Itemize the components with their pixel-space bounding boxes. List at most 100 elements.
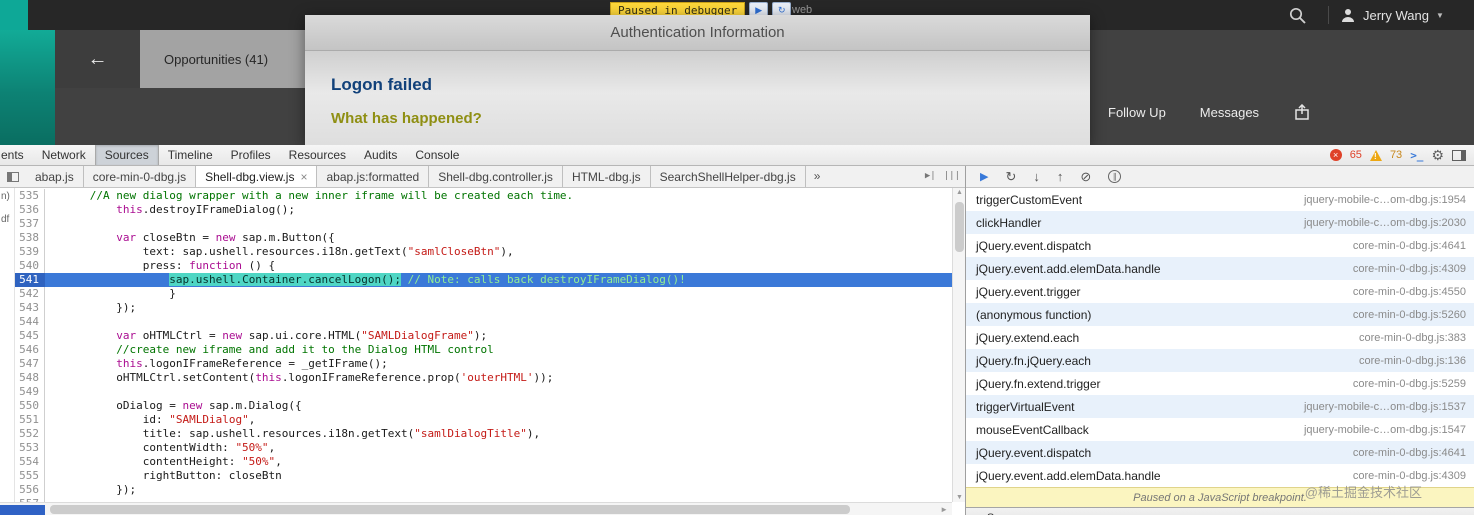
back-button[interactable]: ←	[55, 30, 140, 88]
call-stack-frame[interactable]: jQuery.fn.jQuery.each core-min-0-dbg.js:1…	[966, 349, 1474, 372]
line-number[interactable]: 538	[15, 231, 45, 245]
line-number[interactable]: 546	[15, 343, 45, 357]
line-number[interactable]: 542	[15, 287, 45, 301]
line-number[interactable]: 539	[15, 245, 45, 259]
file-tab-abap-js-formatted[interactable]: abap.js:formatted	[317, 166, 430, 187]
error-icon[interactable]: ×	[1329, 149, 1342, 161]
share-icon[interactable]	[1293, 104, 1311, 121]
call-stack-frame[interactable]: jQuery.event.add.elemData.handle core-min…	[966, 257, 1474, 280]
dock-side-icon[interactable]	[1452, 149, 1466, 161]
file-tab-core-min-0-dbg-js[interactable]: core-min-0-dbg.js	[84, 166, 197, 187]
frame-location: jquery-mobile-c…om-dbg.js:1537	[1303, 400, 1466, 413]
warning-count[interactable]: 73	[1390, 149, 1402, 161]
call-stack-frame[interactable]: jQuery.event.dispatch core-min-0-dbg.js:4…	[966, 234, 1474, 257]
error-count[interactable]: 65	[1350, 149, 1362, 161]
source-editor[interactable]: n) df 535 //A new dialog wrapper with a …	[0, 188, 965, 515]
scroll-right-arrow[interactable]: ►	[940, 505, 948, 514]
code-segment: // Note: calls back destroyIFrameDialog(…	[407, 273, 686, 286]
call-stack-frame[interactable]: clickHandler jquery-mobile-c…om-dbg.js:20…	[966, 211, 1474, 234]
messages-button[interactable]: Messages	[1200, 105, 1259, 120]
user-menu[interactable]: Jerry Wang ▼	[1340, 5, 1444, 25]
pause-on-exceptions-button[interactable]: ∥	[1108, 170, 1122, 183]
step-into-button[interactable]: ↓	[1033, 169, 1040, 184]
scope-section-header[interactable]: ▼ Scope	[966, 507, 1474, 515]
horizontal-scroll-thumb[interactable]	[50, 505, 850, 514]
tab-network[interactable]: Network	[33, 145, 95, 165]
step-out-button[interactable]: ↑	[1057, 169, 1064, 184]
tab-timeline[interactable]: Timeline	[159, 145, 222, 165]
line-number[interactable]: 551	[15, 413, 45, 427]
tab-resources[interactable]: Resources	[280, 145, 355, 165]
call-stack-frame[interactable]: (anonymous function) core-min-0-dbg.js:52…	[966, 303, 1474, 326]
line-number[interactable]: 550	[15, 399, 45, 413]
line-number[interactable]: 554	[15, 455, 45, 469]
editor-vertical-scrollbar[interactable]: ▲ ▼	[952, 188, 965, 502]
call-stack-frame[interactable]: jQuery.extend.each core-min-0-dbg.js:383	[966, 326, 1474, 349]
line-number[interactable]: 548	[15, 371, 45, 385]
line-number[interactable]: 540	[15, 259, 45, 273]
file-tab-shell-dbg-view-js[interactable]: Shell-dbg.view.js ×	[196, 166, 318, 187]
code-segment: 'outerHTML'	[460, 371, 534, 384]
call-stack-frame[interactable]: triggerVirtualEvent jquery-mobile-c…om-db…	[966, 395, 1474, 418]
step-over-button[interactable]: ↻	[1005, 169, 1016, 185]
call-stack-frame[interactable]: mouseEventCallback jquery-mobile-c…om-dbg…	[966, 418, 1474, 441]
file-tab-shell-dbg-controller-js[interactable]: Shell-dbg.controller.js	[429, 166, 563, 187]
frame-location: core-min-0-dbg.js:4641	[1352, 239, 1466, 252]
code-segment: this	[116, 357, 143, 370]
line-number[interactable]: 547	[15, 357, 45, 371]
code-segment: new	[222, 329, 243, 342]
tab-profiles[interactable]: Profiles	[222, 145, 280, 165]
call-stack-frame[interactable]: triggerCustomEvent jquery-mobile-c…om-dbg…	[966, 188, 1474, 211]
line-number[interactable]: 555	[15, 469, 45, 483]
code-segment: .logonIFrameReference.prop(	[281, 371, 461, 384]
code-segment: "SAMLDialog"	[169, 413, 249, 426]
file-tab-html-dbg-js[interactable]: HTML-dbg.js	[563, 166, 651, 187]
line-number[interactable]: 543	[15, 301, 45, 315]
code-line: title: sap.ushell.resources.i18n.getText…	[45, 427, 952, 441]
code-segment: //create new iframe and add it to the Di…	[50, 343, 494, 356]
expand-sidebar-icon[interactable]: ▶|	[925, 171, 936, 181]
tab-ents[interactable]: ents	[0, 145, 33, 165]
more-tabs-button[interactable]: »	[806, 166, 829, 187]
code-segment: id:	[50, 413, 170, 426]
code-segment: var	[116, 329, 137, 342]
console-drawer-icon[interactable]: >_	[1410, 149, 1423, 162]
code-segment: oHTMLCtrl =	[136, 329, 223, 342]
line-number[interactable]: 545	[15, 329, 45, 343]
call-stack-frame[interactable]: jQuery.event.trigger core-min-0-dbg.js:45…	[966, 280, 1474, 303]
line-number[interactable]: 549	[15, 385, 45, 399]
settings-gear-icon[interactable]: ⚙	[1431, 148, 1444, 162]
call-stack-frame[interactable]: jQuery.event.dispatch core-min-0-dbg.js:4…	[966, 441, 1474, 464]
line-number[interactable]: 553	[15, 441, 45, 455]
tab-audits[interactable]: Audits	[355, 145, 406, 165]
code-row: 543 });	[15, 301, 952, 315]
watermark: @稀土掘金技术社区	[1304, 485, 1422, 500]
scroll-down-arrow[interactable]: ▼	[953, 494, 965, 501]
warning-icon[interactable]: !	[1369, 149, 1382, 161]
vertical-scroll-thumb[interactable]	[955, 202, 964, 252]
resume-script-button[interactable]: ▶	[980, 170, 988, 183]
deactivate-breakpoints-button[interactable]: ⊘	[1080, 169, 1091, 185]
line-number[interactable]: 544	[15, 315, 45, 329]
line-number[interactable]: 541	[15, 273, 45, 287]
code-segment: ,	[268, 441, 276, 454]
panel-columns-icon[interactable]: |||	[944, 171, 960, 181]
line-number[interactable]: 556	[15, 483, 45, 497]
close-tab-icon[interactable]: ×	[300, 170, 307, 184]
file-tab-abap-js[interactable]: abap.js	[26, 166, 84, 187]
line-number[interactable]: 536	[15, 203, 45, 217]
scroll-up-arrow[interactable]: ▲	[953, 189, 965, 196]
line-number[interactable]: 537	[15, 217, 45, 231]
line-number[interactable]: 535	[15, 189, 45, 203]
editor-horizontal-scrollbar[interactable]: ►	[0, 502, 952, 515]
file-tab-searchshellhelper-dbg-js[interactable]: SearchShellHelper-dbg.js	[651, 166, 806, 187]
call-stack-frame[interactable]: jQuery.fn.extend.trigger core-min-0-dbg.j…	[966, 372, 1474, 395]
navigator-toggle-icon[interactable]	[0, 166, 26, 187]
tab-console[interactable]: Console	[406, 145, 468, 165]
line-number[interactable]: 552	[15, 427, 45, 441]
search-button[interactable]	[1288, 6, 1308, 26]
frame-location: jquery-mobile-c…om-dbg.js:1547	[1303, 423, 1466, 436]
tab-sources[interactable]: Sources	[94, 145, 159, 165]
follow-up-button[interactable]: Follow Up	[1108, 105, 1166, 120]
